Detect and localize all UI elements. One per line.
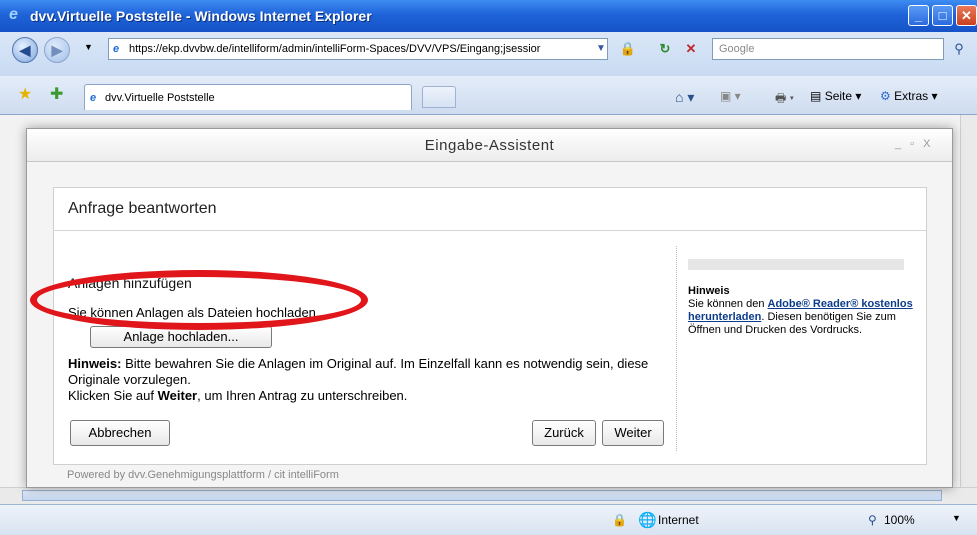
ie-logo-icon: e xyxy=(9,6,18,23)
security-warning-icon[interactable]: 🔒 xyxy=(612,513,627,527)
zoom-level[interactable]: 100% xyxy=(884,513,915,527)
search-icon[interactable]: ⚲ xyxy=(948,38,970,60)
favorites-star-icon[interactable]: ★ xyxy=(18,84,32,104)
lock-icon[interactable]: 🔒 xyxy=(617,38,639,60)
column-divider xyxy=(676,246,677,451)
close-button[interactable]: ✕ xyxy=(956,5,977,26)
click-instruction-prefix: Klicken Sie auf xyxy=(68,388,158,403)
refresh-icon[interactable]: ↻ xyxy=(654,38,676,60)
print-icon[interactable]: 🖶 ▾ xyxy=(775,89,794,110)
click-instruction-strong: Weiter xyxy=(157,388,198,403)
tab-page-icon: e xyxy=(90,92,97,104)
minimize-button[interactable]: _ xyxy=(908,5,929,26)
back-icon[interactable]: ◀ xyxy=(12,37,38,63)
feeds-icon[interactable]: ▣ ▾ xyxy=(720,89,741,103)
url-dropdown-icon[interactable]: ▼ xyxy=(590,38,612,60)
hint-text: Bitte bewahren Sie die Anlagen im Origin… xyxy=(68,356,649,387)
extras-menu-label: Extras xyxy=(894,89,929,103)
zoom-icon[interactable]: ⚲ xyxy=(868,513,877,527)
new-tab-button[interactable] xyxy=(422,86,456,108)
dialog-header: Eingabe-Assistent _ ▫ X xyxy=(27,129,952,162)
page-menu-label: Seite xyxy=(824,89,853,103)
back-button[interactable]: Zurück xyxy=(532,420,596,446)
tab-bar: ★ ✚ e dvv.Virtuelle Poststelle ⌂ ▾ ▣ ▾ 🖶… xyxy=(0,76,977,115)
sidebar-title: Hinweis xyxy=(688,285,730,297)
home-icon[interactable]: ⌂ ▾ xyxy=(675,89,694,106)
assistant-dialog: Eingabe-Assistent _ ▫ X Anfrage beantwor… xyxy=(26,128,953,488)
status-bar: 🔒 🌐 Internet ⚲ 100% ▼ xyxy=(0,504,977,535)
tab-active[interactable]: e dvv.Virtuelle Poststelle xyxy=(84,84,412,110)
globe-icon: 🌐 xyxy=(638,512,657,529)
page-menu[interactable]: ▤ Seite ▾ xyxy=(810,89,861,103)
page-menu-icon: ▤ xyxy=(810,89,822,103)
hint-label: Hinweis: xyxy=(68,356,122,371)
maximize-button[interactable]: □ xyxy=(932,5,953,26)
gear-icon: ⚙ xyxy=(880,89,891,103)
address-toolbar: ◀ ▶ ▼ e https://ekp.dvvbw.de/intelliform… xyxy=(0,32,977,77)
powered-by-footer: Powered by dvv.Genehmigungsplattform / c… xyxy=(67,469,339,481)
history-dropdown-icon[interactable]: ▼ xyxy=(84,42,93,52)
url-field[interactable]: e https://ekp.dvvbw.de/intelliform/admin… xyxy=(108,38,608,60)
sidebar-bar xyxy=(688,259,904,270)
vertical-scrollbar[interactable] xyxy=(960,115,977,487)
add-favorite-icon[interactable]: ✚ xyxy=(50,84,63,104)
sidebar-text-before: Sie können den xyxy=(688,298,768,310)
dialog-window-controls[interactable]: _ ▫ X xyxy=(895,138,933,150)
section-title: Anlagen hinzufügen xyxy=(68,275,192,291)
zoom-dropdown-icon[interactable]: ▼ xyxy=(952,513,961,523)
window-title: dvv.Virtuelle Poststelle - Windows Inter… xyxy=(30,8,372,24)
security-zone-label: Internet xyxy=(658,513,699,527)
upload-instructions: Sie können Anlagen als Dateien hochladen… xyxy=(68,305,320,320)
scroll-thumb[interactable] xyxy=(22,490,942,501)
sidebar-text: Sie können den Adobe® Reader® kostenlos … xyxy=(688,298,914,337)
horizontal-scrollbar[interactable] xyxy=(0,487,977,504)
click-instruction-suffix: , um Ihren Antrag zu unterschreiben. xyxy=(197,388,408,403)
card-header: Anfrage beantworten xyxy=(54,188,926,231)
stop-icon[interactable]: ✕ xyxy=(680,38,702,60)
upload-attachment-button[interactable]: Anlage hochladen... xyxy=(90,326,272,348)
tab-label: dvv.Virtuelle Poststelle xyxy=(105,92,215,104)
forward-icon[interactable]: ▶ xyxy=(44,37,70,63)
page-icon: e xyxy=(113,43,120,55)
url-text: https://ekp.dvvbw.de/intelliform/admin/i… xyxy=(129,43,541,55)
hint-paragraph: Hinweis: Bitte bewahren Sie die Anlagen … xyxy=(68,356,668,404)
extras-menu[interactable]: ⚙ Extras ▾ xyxy=(880,89,937,103)
form-card: Anfrage beantworten Anlagen hinzufügen S… xyxy=(53,187,927,465)
cancel-button[interactable]: Abbrechen xyxy=(70,420,170,446)
dialog-title: Eingabe-Assistent xyxy=(424,137,555,154)
search-input[interactable]: Google xyxy=(712,38,944,60)
window-titlebar: e dvv.Virtuelle Poststelle - Windows Int… xyxy=(0,0,977,32)
card-title: Anfrage beantworten xyxy=(68,200,217,217)
next-button[interactable]: Weiter xyxy=(602,420,664,446)
